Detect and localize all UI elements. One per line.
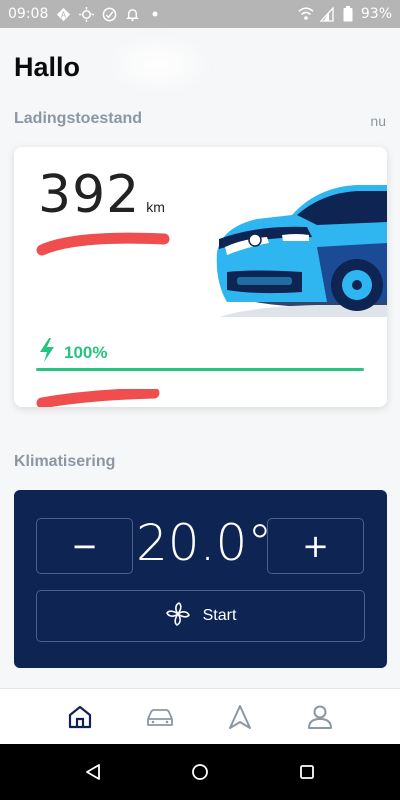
recents-button[interactable] [287, 752, 327, 792]
navigation-icon [229, 704, 251, 729]
home-button[interactable] [180, 752, 220, 792]
start-label: Start [202, 607, 237, 624]
climate-section-title: Klimatisering [14, 453, 116, 470]
decrease-temperature-button[interactable]: − [36, 518, 133, 574]
climate-card: − 20.0° + Start [14, 490, 387, 668]
greeting-title: Hallo [14, 52, 81, 82]
car-icon [147, 708, 173, 726]
nav-navigation[interactable] [220, 697, 260, 737]
redaction-mark-2 [36, 389, 160, 407]
battery-percent: 93% [360, 6, 392, 22]
charging-section-title: Ladingstoestand [14, 110, 143, 127]
svg-text:A: A [61, 10, 67, 19]
bottom-navigation [0, 688, 400, 744]
profile-icon [308, 705, 332, 729]
car-illustration [197, 185, 387, 317]
signal-icon [319, 6, 335, 22]
range-unit: km [146, 199, 165, 215]
back-triangle-icon [86, 764, 101, 780]
charge-status: 100% [38, 338, 107, 367]
charge-percent: 100% [64, 342, 108, 362]
system-navigation-bar [0, 744, 400, 800]
charging-card[interactable]: 392 km 100% [14, 147, 387, 407]
nav-car[interactable] [140, 697, 180, 737]
back-button[interactable] [73, 752, 113, 792]
updated-label: nu [370, 113, 386, 129]
increase-temperature-button[interactable]: + [267, 518, 364, 574]
home-icon [68, 705, 92, 728]
app-notification-icon: A [55, 6, 71, 22]
dot-icon [147, 6, 163, 22]
home-circle-icon [192, 764, 208, 780]
recents-square-icon [299, 765, 314, 779]
temperature-value: 20.0° [136, 514, 273, 572]
battery-icon [340, 6, 356, 22]
status-bar: 09:08 A 93% [0, 0, 400, 28]
lightning-icon [38, 338, 56, 367]
start-climate-button[interactable]: Start [36, 590, 365, 642]
bell-icon [124, 6, 140, 22]
redaction-mark [36, 232, 170, 256]
wifi-icon [298, 6, 314, 22]
brightness-icon [78, 6, 94, 22]
redacted-name [108, 36, 208, 92]
nav-profile[interactable] [300, 697, 340, 737]
range-display: 392 km [38, 169, 165, 221]
nav-home[interactable] [60, 697, 100, 737]
status-time: 09:08 [8, 6, 49, 22]
check-circle-icon [101, 6, 117, 22]
charge-progress-bar [36, 368, 364, 371]
range-value: 392 [38, 165, 141, 225]
fan-icon [165, 601, 191, 632]
